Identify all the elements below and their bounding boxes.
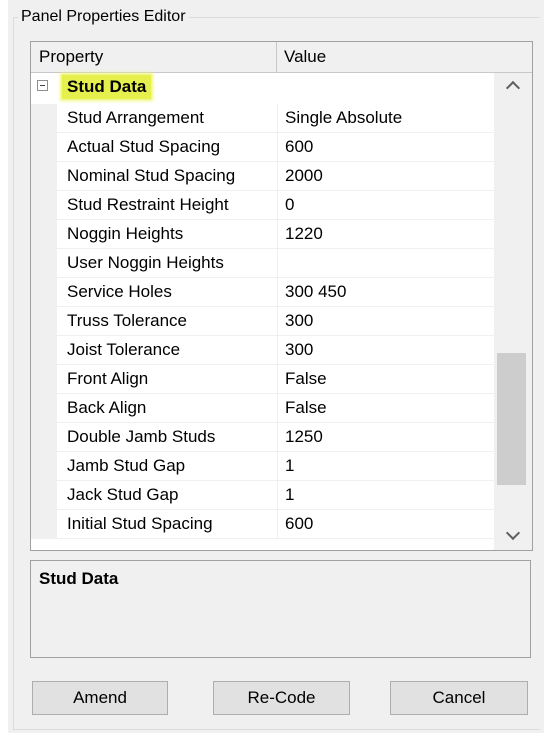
column-divider — [277, 365, 278, 394]
row-gutter — [31, 162, 57, 191]
cancel-button[interactable]: Cancel — [390, 681, 528, 715]
property-row[interactable]: Truss Tolerance 300 — [31, 307, 494, 336]
property-value[interactable]: 1 — [285, 481, 294, 510]
row-gutter — [31, 510, 57, 539]
row-gutter — [31, 249, 57, 278]
property-value[interactable]: 1250 — [285, 423, 323, 452]
column-divider — [277, 162, 278, 191]
property-name: Truss Tolerance — [67, 311, 187, 330]
property-value[interactable]: 300 — [285, 336, 313, 365]
property-name: Noggin Heights — [67, 224, 184, 243]
chevron-up-icon — [505, 80, 521, 96]
column-divider — [277, 133, 278, 162]
property-rows: Stud Arrangement Single Absolute Actual St… — [31, 104, 494, 539]
group-title: Panel Properties Editor — [18, 8, 189, 26]
property-value[interactable]: 600 — [285, 510, 313, 539]
property-value[interactable]: 2000 — [285, 162, 323, 191]
property-value[interactable]: 300 450 — [285, 278, 346, 307]
description-title: Stud Data — [39, 569, 119, 588]
row-gutter — [31, 452, 57, 481]
row-gutter — [31, 423, 57, 452]
property-row[interactable]: Jack Stud Gap 1 — [31, 481, 494, 510]
property-name: User Noggin Heights — [67, 253, 224, 272]
column-divider — [277, 336, 278, 365]
vertical-scrollbar[interactable] — [494, 73, 532, 550]
property-row[interactable]: Jamb Stud Gap 1 — [31, 452, 494, 481]
property-row[interactable]: User Noggin Heights — [31, 249, 494, 278]
column-divider — [277, 510, 278, 539]
property-value[interactable]: 0 — [285, 191, 294, 220]
property-value[interactable]: False — [285, 394, 327, 423]
property-name: Stud Arrangement — [67, 108, 205, 127]
column-header-property[interactable]: Property — [31, 42, 277, 72]
column-divider — [277, 249, 278, 278]
property-row[interactable]: Initial Stud Spacing 600 — [31, 510, 494, 539]
column-header-value[interactable]: Value — [278, 42, 532, 72]
property-row[interactable]: Joist Tolerance 300 — [31, 336, 494, 365]
row-gutter — [31, 104, 57, 133]
property-row[interactable]: Double Jamb Studs 1250 — [31, 423, 494, 452]
column-divider — [277, 220, 278, 249]
property-row[interactable]: Actual Stud Spacing 600 — [31, 133, 494, 162]
property-value[interactable]: 300 — [285, 307, 313, 336]
panel-properties-editor: Panel Properties Editor Property Value S… — [8, 0, 544, 733]
column-divider — [277, 394, 278, 423]
property-name: Nominal Stud Spacing — [67, 166, 236, 185]
row-gutter — [31, 191, 57, 220]
property-name: Front Align — [67, 369, 149, 388]
recode-button[interactable]: Re-Code — [213, 681, 350, 715]
column-divider — [277, 104, 278, 133]
scroll-up-button[interactable] — [494, 73, 532, 99]
property-value[interactable]: 1 — [285, 452, 294, 481]
property-value[interactable]: 1220 — [285, 220, 323, 249]
row-gutter — [31, 365, 57, 394]
collapse-icon[interactable] — [37, 80, 48, 91]
column-divider — [277, 452, 278, 481]
property-name: Jamb Stud Gap — [67, 456, 186, 475]
grid-header: Property Value — [31, 42, 532, 73]
row-gutter — [31, 336, 57, 365]
row-gutter — [31, 307, 57, 336]
scroll-thumb[interactable] — [497, 353, 526, 485]
property-grid[interactable]: Property Value Stud Data Stud Arrangemen… — [30, 41, 533, 551]
row-gutter — [31, 481, 57, 510]
property-row[interactable]: Nominal Stud Spacing 2000 — [31, 162, 494, 191]
property-row[interactable]: Back Align False — [31, 394, 494, 423]
description-pane: Stud Data — [30, 560, 531, 658]
row-gutter — [31, 220, 57, 249]
property-name: Service Holes — [67, 282, 172, 301]
property-name: Joist Tolerance — [67, 340, 181, 359]
column-divider — [277, 481, 278, 510]
amend-button[interactable]: Amend — [32, 681, 168, 715]
category-row-stud-data[interactable]: Stud Data — [31, 73, 494, 102]
property-name: Jack Stud Gap — [67, 485, 179, 504]
chevron-down-icon — [505, 525, 521, 541]
row-gutter — [31, 394, 57, 423]
scroll-down-button[interactable] — [494, 524, 532, 550]
property-value[interactable]: False — [285, 365, 327, 394]
property-name: Actual Stud Spacing — [67, 137, 221, 156]
property-value[interactable]: Single Absolute — [285, 104, 402, 133]
column-divider — [277, 278, 278, 307]
row-gutter — [31, 133, 57, 162]
property-row[interactable]: Front Align False — [31, 365, 494, 394]
column-divider — [277, 423, 278, 452]
property-name: Double Jamb Studs — [67, 427, 216, 446]
property-row[interactable]: Service Holes 300 450 — [31, 278, 494, 307]
column-divider — [277, 191, 278, 220]
row-gutter — [31, 278, 57, 307]
property-row[interactable]: Noggin Heights 1220 — [31, 220, 494, 249]
property-value[interactable]: 600 — [285, 133, 313, 162]
column-divider — [277, 307, 278, 336]
property-row[interactable]: Stud Restraint Height 0 — [31, 191, 494, 220]
category-label: Stud Data — [62, 75, 152, 99]
property-name: Initial Stud Spacing — [67, 514, 213, 533]
property-row[interactable]: Stud Arrangement Single Absolute — [31, 104, 494, 133]
property-name: Stud Restraint Height — [67, 195, 229, 214]
property-name: Back Align — [67, 398, 147, 417]
